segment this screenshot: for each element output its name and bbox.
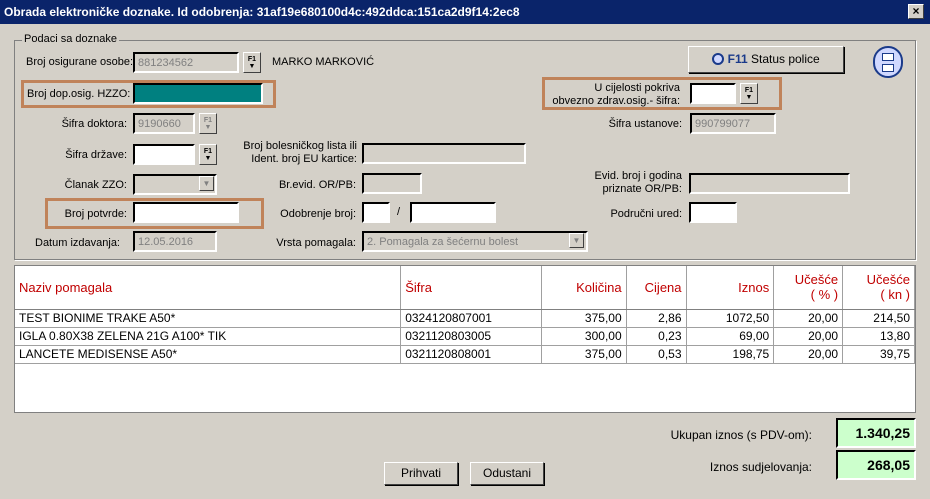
broj-bolesnickog-label-2: Ident. broj EU kartice:: [251, 153, 357, 165]
u-cijelosti-label-2: obvezno zdrav.osig.- šifra:: [552, 95, 680, 107]
lookup-button-u-cijelosti[interactable]: F1 ▼: [740, 83, 758, 104]
odobrenje-field-1[interactable]: [362, 202, 390, 223]
cell-ucesce-kn: 13,80: [842, 327, 915, 346]
lookup-button-doktor[interactable]: F1 ▼: [199, 113, 217, 134]
cell-iznos: 1072,50: [686, 309, 775, 328]
chevron-down-icon[interactable]: ▼: [199, 176, 214, 191]
window-title-bar: Obrada elektroničke doznake. Id odobrenj…: [0, 0, 930, 24]
col-header-naziv[interactable]: Naziv pomagala: [15, 266, 402, 310]
cell-cijena: 0,23: [626, 327, 687, 346]
odustani-button[interactable]: Odustani: [470, 462, 544, 485]
window-title: Obrada elektroničke doznake. Id odobrenj…: [4, 5, 520, 19]
cell-naziv: LANCETE MEDISENSE A50*: [15, 345, 402, 364]
broj-bolesnickog-label-1: Broj bolesničkog lista ili: [243, 140, 357, 152]
group-title: Podaci sa doznake: [22, 33, 119, 45]
clanak-label: Članak ZZO:: [64, 179, 127, 191]
cell-naziv: IGLA 0.80X38 ZELENA 21G A100* TIK: [15, 327, 402, 346]
col-header-kolicina[interactable]: Količina: [541, 266, 627, 310]
ukupan-iznos-label: Ukupan iznos (s PDV-om):: [670, 428, 812, 442]
cell-sifra: 0324120807001: [400, 309, 542, 328]
broj-osigurane-osobe-label: Broj osigurane osobe:: [26, 56, 134, 68]
cell-kolicina: 375,00: [541, 345, 627, 364]
broj-osigurane-osobe-field[interactable]: 881234562: [133, 52, 239, 73]
cell-cijena: 0,53: [626, 345, 687, 364]
lookup-button-drzava[interactable]: F1 ▼: [199, 144, 217, 165]
table-row[interactable]: LANCETE MEDISENSE A50* 0321120808001 375…: [15, 345, 915, 364]
items-table: Naziv pomagala Šifra Količina Cijena Izn…: [14, 265, 916, 413]
ukupan-iznos-value: 1.340,25: [836, 418, 916, 448]
evid-broj-field[interactable]: [689, 173, 850, 194]
sifra-drzave-label: Šifra države:: [65, 149, 127, 161]
close-button[interactable]: ×: [908, 4, 924, 19]
evid-broj-label-1: Evid. broj i godina: [594, 170, 682, 182]
cell-kolicina: 300,00: [541, 327, 627, 346]
cell-sifra: 0321120803005: [400, 327, 542, 346]
col-header-iznos[interactable]: Iznos: [686, 266, 775, 310]
cell-ucesce-pct: 20,00: [773, 309, 844, 328]
broj-potvrde-label: Broj potvrde:: [64, 208, 127, 220]
col-header-cijena[interactable]: Cijena: [626, 266, 687, 310]
brevid-label: Br.evid. OR/PB:: [278, 179, 356, 191]
evid-broj-label-2: priznate OR/PB:: [602, 183, 682, 195]
col-header-ucesce-kn[interactable]: Učešće( kn ): [842, 266, 915, 310]
broj-dop-label: Broj dop.osig. HZZO:: [27, 88, 131, 100]
broj-potvrde-field[interactable]: [133, 202, 239, 223]
broj-dop-field[interactable]: [133, 83, 263, 104]
vrsta-pomagala-label: Vrsta pomagala:: [276, 237, 356, 249]
vrsta-pomagala-dropdown[interactable]: 2. Pomagala za šećernu bolest: [362, 231, 588, 252]
datum-izdavanja-label: Datum izdavanja:: [35, 237, 120, 249]
sifra-doktora-label: Šifra doktora:: [61, 118, 127, 130]
table-row[interactable]: TEST BIONIME TRAKE A50* 0324120807001 37…: [15, 309, 915, 328]
sifra-ustanove-field[interactable]: 990799077: [690, 113, 776, 134]
lookup-button-osoba[interactable]: F1 ▼: [243, 52, 261, 73]
cell-ucesce-kn: 214,50: [842, 309, 915, 328]
podrucni-ured-field[interactable]: [689, 202, 737, 223]
sifra-doktora-field[interactable]: 9190660: [133, 113, 195, 134]
cell-ucesce-kn: 39,75: [842, 345, 915, 364]
brevid-field[interactable]: [362, 173, 422, 194]
iznos-sudjelovanja-label: Iznos sudjelovanja:: [709, 460, 812, 474]
broj-bolesnickog-field[interactable]: [362, 143, 526, 164]
sifra-drzave-field[interactable]: [133, 144, 195, 165]
sifra-ustanove-label: Šifra ustanove:: [608, 118, 682, 130]
odobrenje-field-2[interactable]: [410, 202, 496, 223]
status-police-button[interactable]: F11 Status police: [688, 46, 844, 73]
cell-iznos: 69,00: [686, 327, 775, 346]
iznos-sudjelovanja-value: 268,05: [836, 450, 916, 480]
odobrenje-label: Odobrenje broj:: [280, 208, 356, 220]
cell-kolicina: 375,00: [541, 309, 627, 328]
table-row[interactable]: IGLA 0.80X38 ZELENA 21G A100* TIK 032112…: [15, 327, 915, 346]
chevron-down-icon[interactable]: ▼: [569, 233, 584, 248]
odobrenje-separator: /: [397, 206, 401, 218]
cell-ucesce-pct: 20,00: [773, 345, 844, 364]
prihvati-button[interactable]: Prihvati: [384, 462, 458, 485]
cell-ucesce-pct: 20,00: [773, 327, 844, 346]
cell-naziv: TEST BIONIME TRAKE A50*: [15, 309, 402, 328]
datum-izdavanja-field[interactable]: 12.05.2016: [133, 231, 217, 252]
cell-iznos: 198,75: [686, 345, 775, 364]
cell-cijena: 2,86: [626, 309, 687, 328]
u-cijelosti-label-1: U cijelosti pokriva: [594, 82, 680, 94]
cell-sifra: 0321120808001: [400, 345, 542, 364]
printer-icon: [712, 53, 725, 65]
u-cijelosti-field[interactable]: [690, 83, 736, 104]
card-icon[interactable]: [873, 46, 903, 78]
patient-name: MARKO MARKOVIĆ: [272, 56, 375, 68]
col-header-sifra[interactable]: Šifra: [400, 266, 542, 310]
table-header-row: Naziv pomagala Šifra Količina Cijena Izn…: [15, 266, 915, 310]
podrucni-ured-label: Područni ured:: [610, 208, 682, 220]
col-header-ucesce-pct[interactable]: Učešće( % ): [773, 266, 844, 310]
